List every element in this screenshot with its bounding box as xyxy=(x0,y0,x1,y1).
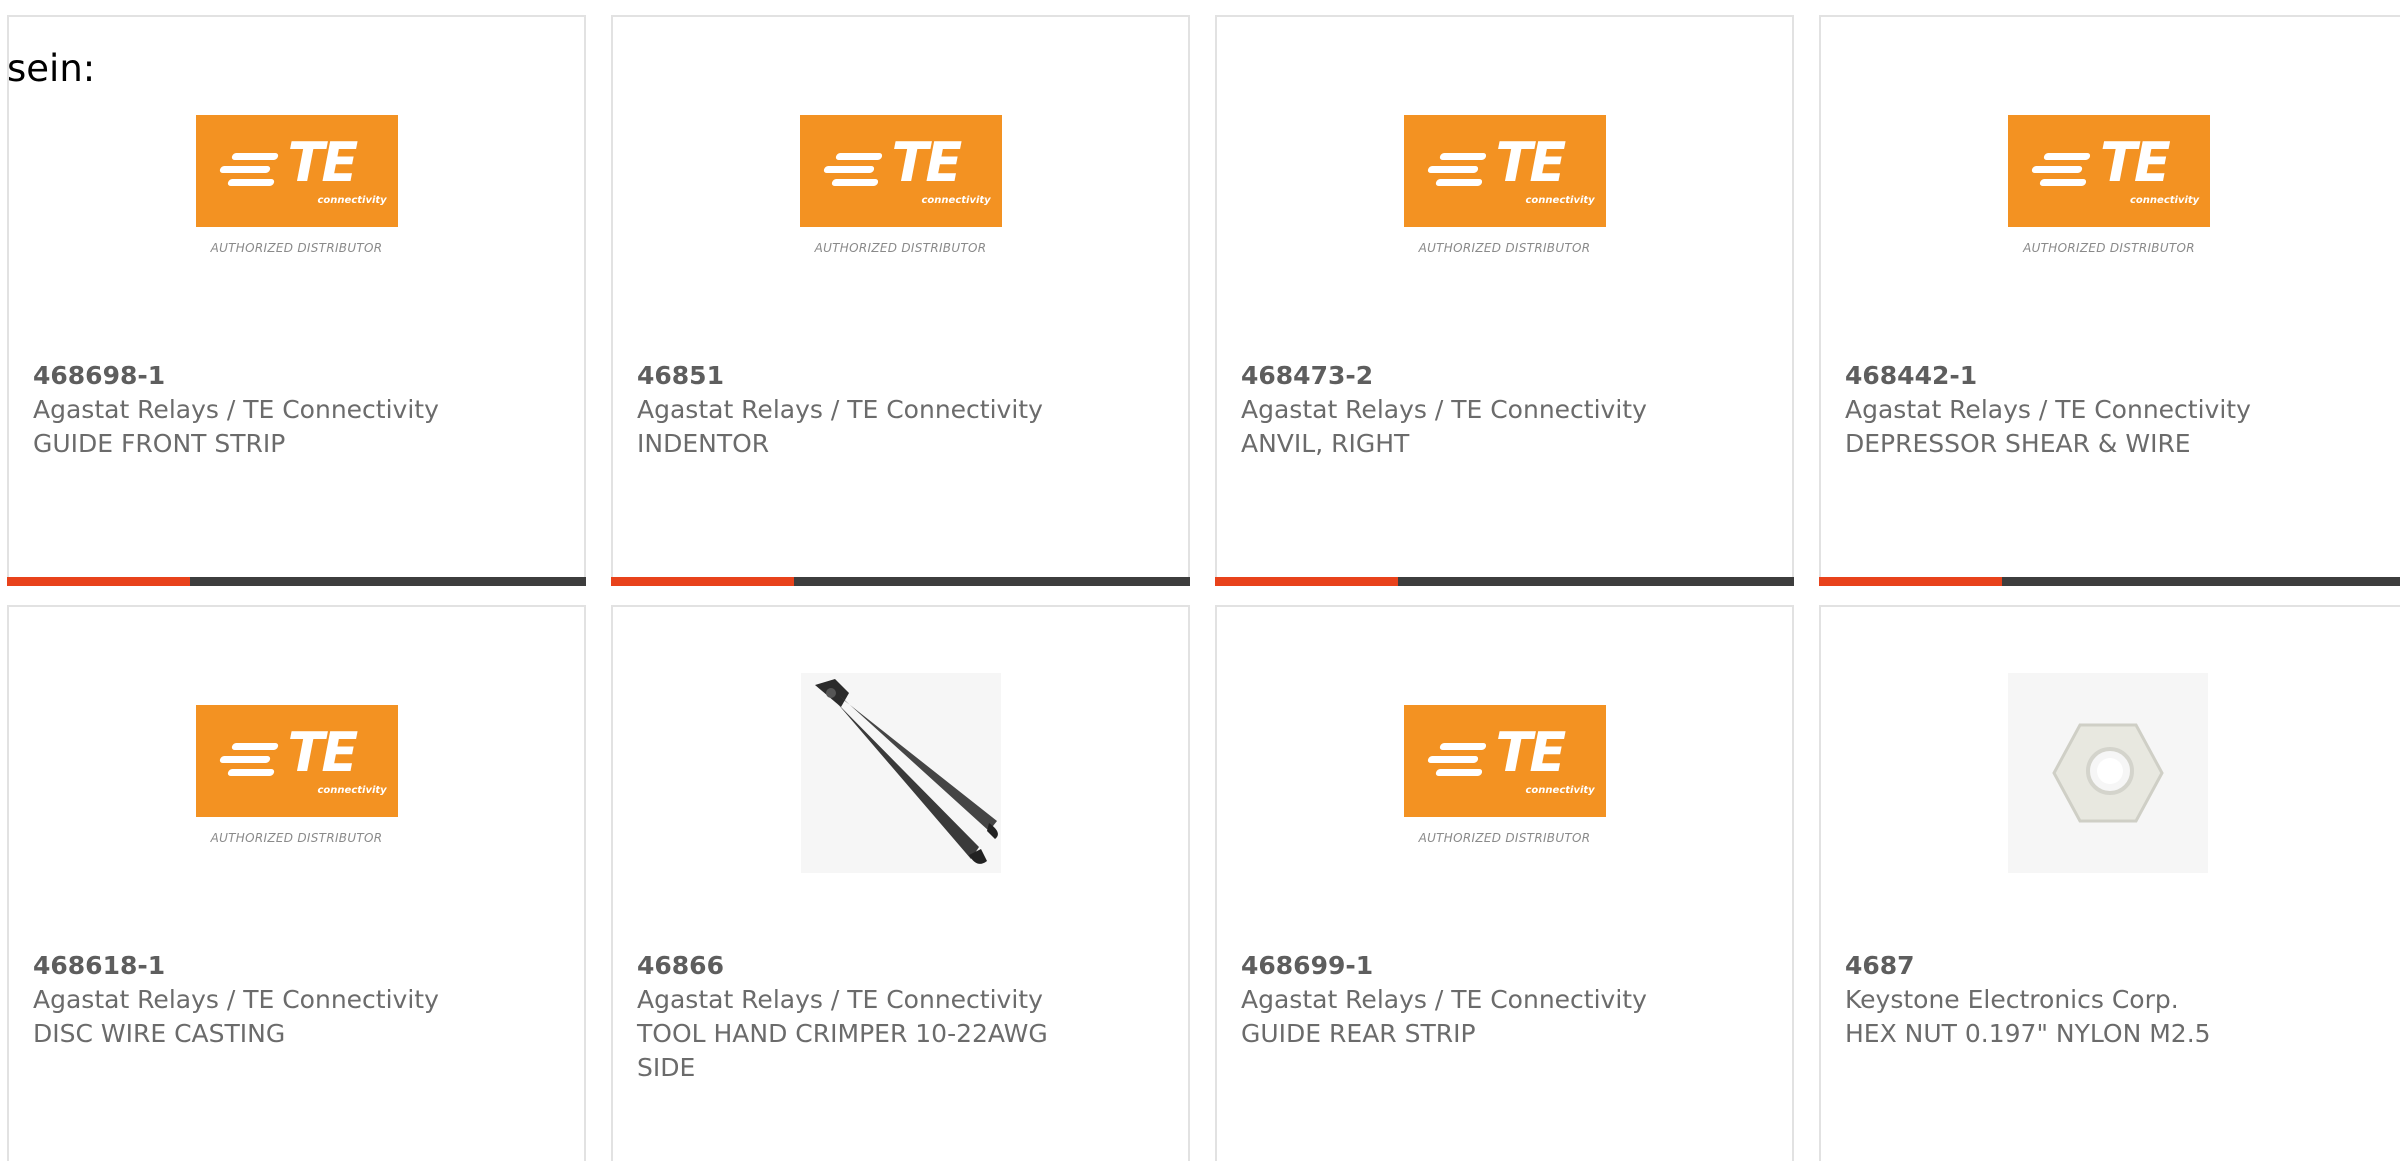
product-image[interactable]: TE connectivity AUTHORIZED DISTRIBUTOR xyxy=(1217,115,1792,275)
part-number-link[interactable]: 468698-1 xyxy=(33,359,560,393)
product-description: GUIDE FRONT STRIP xyxy=(33,429,286,458)
product-grid-page: sein: TE connectivity AUTHORIZED DISTRIB… xyxy=(0,0,2400,1161)
product-card[interactable]: 4687 Keystone Electronics Corp. HEX NUT … xyxy=(1819,605,2400,1161)
product-card[interactable]: TE connectivity AUTHORIZED DISTRIBUTOR 4… xyxy=(1819,15,2400,586)
part-number-link[interactable]: 468442-1 xyxy=(1845,359,2385,393)
product-image[interactable] xyxy=(1821,673,2400,873)
product-description: GUIDE REAR STRIP xyxy=(1241,1019,1476,1048)
product-card[interactable]: TE connectivity AUTHORIZED DISTRIBUTOR 4… xyxy=(611,15,1190,586)
part-number-link[interactable]: 468699-1 xyxy=(1241,949,1768,983)
manufacturer-name: Agastat Relays / TE Connectivity xyxy=(33,395,439,424)
crimper-tool-icon xyxy=(800,673,1001,873)
manufacturer-name: Agastat Relays / TE Connectivity xyxy=(1845,395,2251,424)
part-number-link[interactable]: 46851 xyxy=(637,359,1164,393)
product-card[interactable]: 46866 Agastat Relays / TE Connectivity T… xyxy=(611,605,1190,1161)
product-card[interactable]: TE connectivity AUTHORIZED DISTRIBUTOR 4… xyxy=(7,15,586,586)
product-card[interactable]: TE connectivity AUTHORIZED DISTRIBUTOR 4… xyxy=(1215,605,1794,1161)
product-description: HEX NUT 0.197" NYLON M2.5 xyxy=(1845,1019,2211,1048)
product-description: DISC WIRE CASTING xyxy=(33,1019,286,1048)
te-connectivity-logo: TE connectivity AUTHORIZED DISTRIBUTOR xyxy=(1403,115,1606,265)
te-connectivity-logo: TE connectivity AUTHORIZED DISTRIBUTOR xyxy=(195,705,398,855)
part-number-link[interactable]: 468618-1 xyxy=(33,949,560,983)
product-image[interactable]: TE connectivity AUTHORIZED DISTRIBUTOR xyxy=(9,115,584,275)
product-card[interactable]: TE connectivity AUTHORIZED DISTRIBUTOR 4… xyxy=(1215,15,1794,586)
manufacturer-name: Agastat Relays / TE Connectivity xyxy=(637,395,1043,424)
product-image[interactable]: TE connectivity AUTHORIZED DISTRIBUTOR xyxy=(1217,705,1792,865)
product-image[interactable]: TE connectivity AUTHORIZED DISTRIBUTOR xyxy=(613,115,1188,275)
hex-nut-icon xyxy=(2008,673,2208,873)
te-connectivity-logo: TE connectivity AUTHORIZED DISTRIBUTOR xyxy=(1403,705,1606,855)
te-connectivity-logo: TE connectivity AUTHORIZED DISTRIBUTOR xyxy=(195,115,398,265)
card-accent-bar xyxy=(7,577,586,586)
product-description: ANVIL, RIGHT xyxy=(1241,429,1410,458)
part-number-link[interactable]: 4687 xyxy=(1845,949,2385,983)
part-number-link[interactable]: 46866 xyxy=(637,949,1164,983)
card-accent-bar xyxy=(1215,577,1794,586)
te-connectivity-logo: TE connectivity AUTHORIZED DISTRIBUTOR xyxy=(799,115,1002,265)
product-image[interactable]: TE connectivity AUTHORIZED DISTRIBUTOR xyxy=(9,705,584,865)
manufacturer-name: Agastat Relays / TE Connectivity xyxy=(1241,985,1647,1014)
manufacturer-name: Keystone Electronics Corp. xyxy=(1845,985,2179,1014)
part-number-link[interactable]: 468473-2 xyxy=(1241,359,1768,393)
product-image[interactable]: TE connectivity AUTHORIZED DISTRIBUTOR xyxy=(1821,115,2400,275)
manufacturer-name: Agastat Relays / TE Connectivity xyxy=(33,985,439,1014)
manufacturer-name: Agastat Relays / TE Connectivity xyxy=(1241,395,1647,424)
product-description: TOOL HAND CRIMPER 10-22AWG SIDE xyxy=(637,1019,1048,1082)
product-image[interactable] xyxy=(613,673,1188,873)
card-accent-bar xyxy=(611,577,1190,586)
manufacturer-name: Agastat Relays / TE Connectivity xyxy=(637,985,1043,1014)
card-accent-bar xyxy=(1819,577,2400,586)
overlay-text: sein: xyxy=(7,47,96,90)
product-description: INDENTOR xyxy=(637,429,770,458)
te-connectivity-logo: TE connectivity AUTHORIZED DISTRIBUTOR xyxy=(2008,115,2210,265)
product-card[interactable]: TE connectivity AUTHORIZED DISTRIBUTOR 4… xyxy=(7,605,586,1161)
product-description: DEPRESSOR SHEAR & WIRE xyxy=(1845,429,2191,458)
